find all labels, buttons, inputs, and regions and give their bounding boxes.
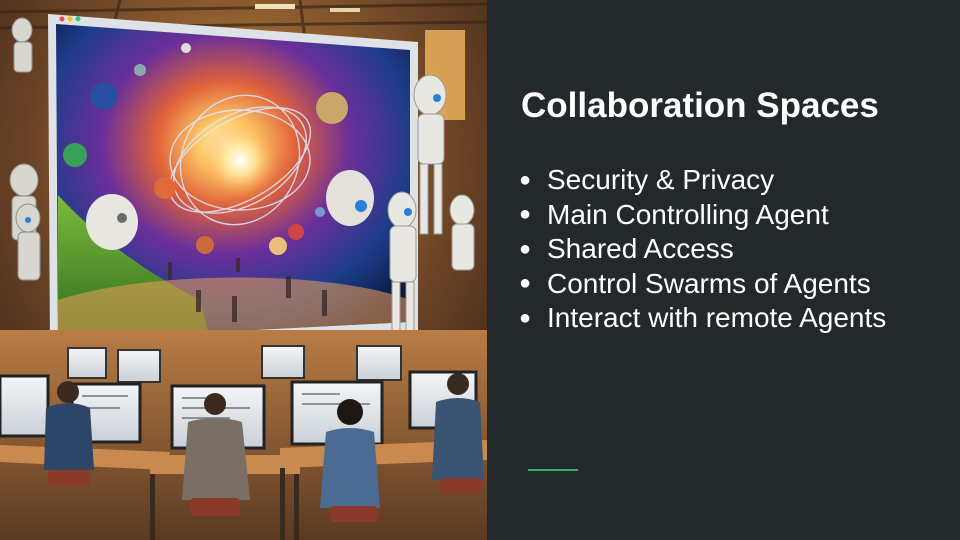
bullet-text: Main Controlling Agent [547,198,829,230]
bullet-text: Shared Access [547,233,734,265]
slide-title: Collaboration Spaces [521,86,879,125]
bullet-text: Interact with remote Agents [547,302,887,334]
bullet-dot-icon: ● [518,168,532,191]
bullet-text: Control Swarms of Agents [547,267,871,299]
bullet-list: ● Security & Privacy ● Main Controlling … [503,163,886,336]
bullet-item: ● Interact with remote Agents [503,301,886,336]
bullet-item: ● Control Swarms of Agents [503,267,886,302]
accent-divider [528,469,578,471]
bullet-dot-icon: ● [518,203,532,226]
text-panel: Collaboration Spaces ● Security & Privac… [487,0,960,540]
bullet-dot-icon: ● [518,272,532,295]
bullet-text: Security & Privacy [547,164,775,196]
collaboration-illustration [0,0,487,540]
slide: Collaboration Spaces ● Security & Privac… [0,0,960,540]
bullet-item: ● Security & Privacy [503,163,886,198]
bullet-dot-icon: ● [518,306,532,329]
bullet-item: ● Shared Access [503,232,886,267]
bullet-dot-icon: ● [518,237,532,260]
bullet-item: ● Main Controlling Agent [503,198,886,233]
